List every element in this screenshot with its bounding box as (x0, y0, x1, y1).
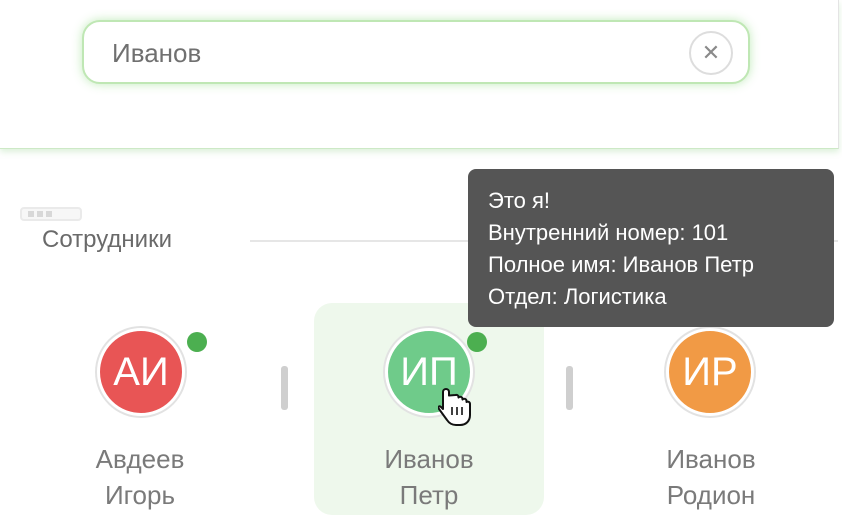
employee-name: Авдеев Игорь (25, 441, 255, 513)
tooltip-line: Внутренний номер: 101 (488, 220, 729, 245)
employee-first-name: Родион (666, 480, 756, 510)
search-box[interactable]: ✕ (82, 20, 750, 84)
clear-search-button[interactable]: ✕ (689, 31, 733, 75)
employee-last-name: Авдеев (95, 444, 185, 474)
employee-name: Иванов Родион (596, 441, 826, 513)
employee-last-name: Иванов (384, 444, 474, 474)
employee-name: Иванов Петр (314, 441, 544, 513)
employee-card[interactable]: ИР Иванов Родион (596, 303, 826, 515)
employee-card-selected[interactable]: ИП Иванов Петр (314, 303, 544, 515)
collapse-handle[interactable] (20, 207, 82, 221)
hand-pointer-icon (438, 388, 471, 426)
avatar[interactable]: АИ (97, 328, 185, 416)
tooltip-line: Это я! (488, 188, 551, 213)
online-status-dot (187, 332, 207, 352)
tooltip-line: Полное имя: Иванов Петр (488, 252, 754, 277)
separator (281, 366, 288, 410)
tooltip-line: Отдел: Логистика (488, 284, 667, 309)
search-input[interactable] (112, 35, 672, 71)
search-panel: ✕ (0, 0, 839, 149)
employee-first-name: Петр (399, 480, 459, 510)
avatar-initials: АИ (113, 349, 169, 394)
separator (566, 366, 573, 410)
close-icon: ✕ (701, 40, 721, 65)
employee-first-name: Игорь (104, 480, 176, 510)
employee-tooltip: Это я! Внутренний номер: 101 Полное имя:… (468, 169, 834, 327)
avatar-initials: ИР (682, 349, 738, 394)
section-title: Сотрудники (42, 226, 172, 253)
avatar[interactable]: ИР (666, 328, 754, 416)
employee-card[interactable]: АИ Авдеев Игорь (25, 303, 255, 515)
online-status-dot (467, 332, 487, 352)
employee-last-name: Иванов (666, 444, 756, 474)
